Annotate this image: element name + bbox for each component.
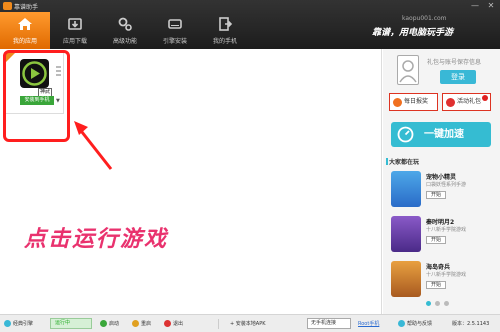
game-thumbnail[interactable]: [391, 216, 421, 252]
instruction-text: 点击运行游戏: [24, 226, 169, 252]
red-arrow-icon: [74, 121, 113, 170]
activity-gift-label: 活动礼包: [457, 98, 482, 105]
tab-label: 应用下载: [62, 38, 87, 45]
install-apk-label: 安装本地APK: [235, 321, 266, 327]
avatar[interactable]: [397, 55, 419, 85]
restart-engine-button[interactable]: 重启: [132, 319, 151, 329]
section-title: 大家都在玩: [389, 159, 420, 166]
list-item[interactable]: 宠物小精灵 口袋妖怪系列手游 开始: [391, 167, 493, 211]
divider: [218, 319, 219, 329]
game-desc: 十八新手学院游戏: [426, 227, 467, 233]
game-title: 宠物小精灵: [426, 174, 457, 181]
engine-icon: [4, 320, 11, 327]
game-thumbnail[interactable]: [391, 171, 421, 207]
exit-phone-icon: [219, 17, 233, 31]
gears-icon: [118, 17, 132, 31]
section-marker: [386, 158, 388, 165]
start-label: 启动: [109, 321, 120, 327]
tab-my-phone[interactable]: 我的手机: [200, 12, 250, 49]
house-icon: [18, 18, 32, 30]
one-click-accelerate-button[interactable]: 一键加速: [391, 122, 491, 147]
notification-badge: [482, 95, 488, 101]
pager-dot[interactable]: [435, 301, 440, 306]
game-title: 秦时明月2: [426, 219, 455, 226]
list-item[interactable]: 海岛奇兵 十八新手学院游戏 开始: [391, 257, 493, 301]
restart-icon: [132, 320, 139, 327]
version-label: 版本：2.5.1143: [452, 321, 490, 327]
tab-label: 我的手机: [212, 38, 237, 45]
tab-label: 高级功能: [112, 38, 137, 45]
help-feedback-button[interactable]: 帮助与反馈: [398, 319, 432, 329]
play-icon: [100, 320, 107, 327]
game-title: 海岛奇兵: [426, 264, 451, 271]
install-apk-button[interactable]: + 安装本地APK: [230, 319, 266, 329]
speedometer-icon: [397, 126, 414, 143]
side-panel: 礼包与账号保存信息 登录 每日报奖 活动礼包 一键加速 大家都在玩 宠物小精灵 …: [383, 49, 500, 314]
tab-label: 我的应用: [12, 38, 37, 45]
daily-reward-label: 每日报奖: [404, 98, 429, 105]
header: 靠谱助手 — ✕ 我的应用 应用下载 高级功能 引擎安装 我的手机 kaopu0…: [0, 0, 500, 49]
app-title: 靠谱助手: [14, 4, 39, 11]
status-bar: 经典引擎 运行中 启动 重启 退出 + 安装本地APK 无手机连接 Root手机…: [0, 314, 500, 332]
login-button[interactable]: 登录: [440, 70, 476, 84]
root-phone-link[interactable]: Root手机: [358, 319, 379, 329]
pager-dot[interactable]: [444, 301, 449, 306]
running-indicator: 运行中: [50, 318, 92, 329]
help-icon: [398, 320, 405, 327]
app-list-area: 神武 安装到手机 ▼ 点击运行游戏: [0, 49, 382, 314]
title-bar: 靠谱助手 — ✕: [0, 0, 500, 12]
start-button[interactable]: 开始: [426, 236, 446, 244]
engine-label: 经典引擎: [13, 321, 34, 327]
restart-label: 重启: [141, 321, 152, 327]
download-box-icon: [68, 18, 82, 30]
daily-reward-button[interactable]: 每日报奖: [389, 93, 438, 111]
quit-label: 退出: [173, 321, 184, 327]
engine-selector[interactable]: 经典引擎: [4, 319, 33, 329]
accelerate-label: 一键加速: [424, 129, 464, 140]
start-button[interactable]: 开始: [426, 191, 446, 199]
drive-icon: [168, 19, 182, 29]
highlight-box: [3, 50, 70, 142]
activity-gift-button[interactable]: 活动礼包: [442, 93, 491, 111]
phone-connection-dropdown[interactable]: 无手机连接: [307, 318, 351, 329]
game-desc: 口袋妖怪系列手游: [426, 182, 467, 188]
tab-my-apps[interactable]: 我的应用: [0, 12, 50, 49]
help-label: 帮助与反馈: [407, 321, 433, 327]
list-item[interactable]: 秦时明月2 十八新手学院游戏 开始: [391, 212, 493, 256]
gift-icon: [446, 98, 455, 107]
login-hint: 礼包与账号保存信息: [427, 59, 482, 66]
quit-engine-button[interactable]: 退出: [164, 319, 183, 329]
reward-icon: [393, 98, 402, 107]
user-icon: [399, 60, 417, 83]
main-nav: 我的应用 应用下载 高级功能 引擎安装 我的手机: [0, 12, 250, 49]
tab-label: 引擎安装: [162, 38, 187, 45]
window-controls: — ✕: [470, 1, 496, 11]
tab-app-download[interactable]: 应用下载: [50, 12, 100, 49]
app-logo-icon: [3, 2, 12, 10]
start-engine-button[interactable]: 启动: [100, 319, 119, 329]
minimize-icon[interactable]: —: [470, 1, 480, 11]
start-button[interactable]: 开始: [426, 281, 446, 289]
slogan: 靠谱，用电脑玩手游: [372, 28, 454, 38]
pager-dot[interactable]: [426, 301, 431, 306]
carousel-pager: [426, 301, 449, 306]
game-thumbnail[interactable]: [391, 261, 421, 297]
close-icon[interactable]: ✕: [486, 1, 496, 11]
quit-icon: [164, 320, 171, 327]
site-url: kaopu001.com: [402, 15, 447, 22]
game-desc: 十八新手学院游戏: [426, 272, 467, 278]
tab-engine-install[interactable]: 引擎安装: [150, 12, 200, 49]
tab-advanced[interactable]: 高级功能: [100, 12, 150, 49]
